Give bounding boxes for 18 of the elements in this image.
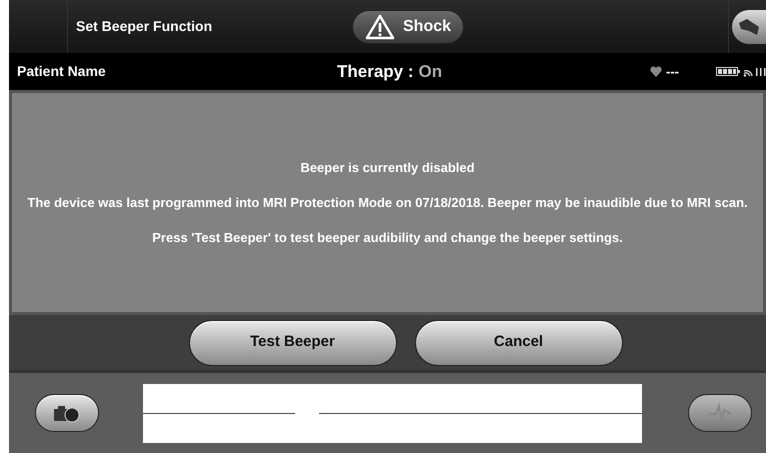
warning-icon (365, 14, 395, 40)
message-text: Beeper is currently disabled (300, 159, 475, 177)
message-text: The device was last programmed into MRI Protection Mode on 07/18/2018. Beeper may be inaudible due to MRI scan. (27, 194, 748, 212)
shock-button[interactable]: Shock (352, 10, 464, 44)
therapy-value: On (418, 60, 442, 83)
camera-button[interactable] (35, 394, 99, 432)
screen-title: Set Beeper Function (76, 17, 214, 36)
heart-icon (650, 66, 662, 77)
wand-button[interactable] (732, 10, 766, 44)
signal-icon (756, 68, 766, 76)
message-text: Press 'Test Beeper' to test beeper audibility and change the beeper settings. (152, 229, 623, 247)
heart-rate: --- (666, 62, 680, 81)
action-button[interactable]: Cancel (414, 320, 622, 366)
battery-icon (716, 67, 740, 76)
camera-icon (53, 403, 81, 423)
patient-name: Patient Name (17, 62, 107, 81)
action-button[interactable]: Test Beeper (188, 320, 396, 366)
therapy-label: Therapy : (337, 60, 414, 83)
